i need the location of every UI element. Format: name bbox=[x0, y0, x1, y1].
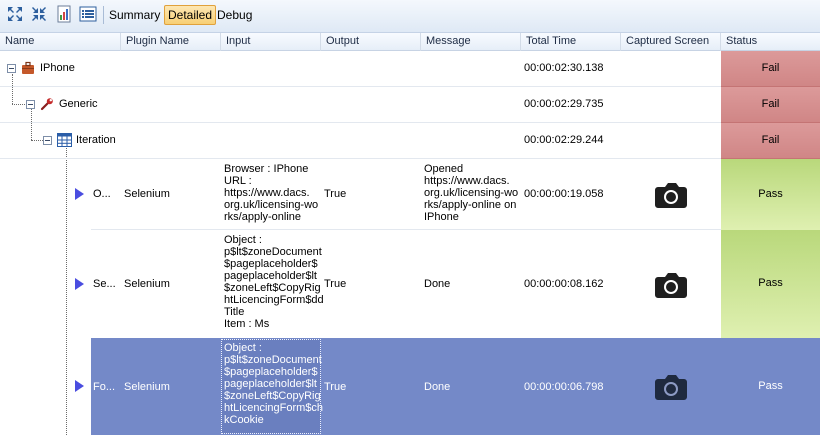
row-total-time: 00:00:00:08.162 bbox=[524, 278, 604, 290]
iteration-grid-icon bbox=[57, 133, 72, 147]
table-row-step-select[interactable]: Se... Selenium Object : p$lt$zoneDocumen… bbox=[0, 230, 820, 338]
toolbar: Summary Detailed Debug bbox=[0, 0, 820, 33]
step-arrow-icon bbox=[75, 380, 84, 392]
row-input: Browser : IPhone URL : https://www.dacs.… bbox=[224, 163, 319, 223]
column-header-input[interactable]: Input bbox=[221, 33, 321, 51]
camera-icon[interactable] bbox=[654, 271, 688, 299]
row-message: Opened https://www.dacs. org.uk/licensin… bbox=[424, 163, 519, 223]
column-header-message[interactable]: Message bbox=[421, 33, 521, 51]
camera-icon[interactable] bbox=[654, 181, 688, 209]
table-row-generic[interactable]: Generic 00:00:02:29.735 Fail bbox=[0, 87, 820, 123]
row-total-time: 00:00:02:30.138 bbox=[524, 62, 604, 74]
row-output: True bbox=[324, 188, 347, 200]
status-badge: Fail bbox=[721, 87, 820, 123]
row-output: True bbox=[324, 381, 347, 393]
step-arrow-icon bbox=[75, 278, 84, 290]
row-input-focused[interactable]: Object : p$lt$zoneDocument $pageplacehol… bbox=[221, 339, 323, 434]
expand-all-icon[interactable] bbox=[6, 5, 24, 23]
row-name: Fo... bbox=[93, 381, 116, 393]
row-message: Done bbox=[424, 278, 451, 290]
status-badge: Fail bbox=[721, 51, 820, 87]
row-name: Iteration bbox=[76, 134, 116, 146]
row-name: O... bbox=[93, 188, 111, 200]
row-name: Se... bbox=[93, 278, 116, 290]
column-header-output[interactable]: Output bbox=[321, 33, 421, 51]
table-row-iphone[interactable]: IPhone 00:00:02:30.138 Fail bbox=[0, 51, 820, 87]
row-name: IPhone bbox=[40, 62, 75, 74]
step-arrow-icon bbox=[75, 188, 84, 200]
report-chart-icon[interactable] bbox=[55, 5, 73, 23]
row-total-time: 00:00:00:06.798 bbox=[524, 381, 604, 393]
status-badge: Pass bbox=[721, 230, 820, 338]
column-header-status[interactable]: Status bbox=[721, 33, 820, 51]
row-total-time: 00:00:02:29.244 bbox=[524, 134, 604, 146]
toolbar-separator bbox=[103, 6, 104, 24]
row-plugin-name: Selenium bbox=[124, 188, 170, 200]
column-header-row: Name Plugin Name Input Output Message To… bbox=[0, 33, 820, 51]
wrench-icon bbox=[40, 98, 53, 111]
row-plugin-name: Selenium bbox=[124, 278, 170, 290]
row-input: Object : p$lt$zoneDocument $pageplacehol… bbox=[224, 234, 324, 330]
column-header-total-time[interactable]: Total Time bbox=[521, 33, 621, 51]
row-message: Done bbox=[424, 381, 451, 393]
status-badge: Pass bbox=[758, 380, 783, 392]
collapse-toggle[interactable] bbox=[7, 64, 16, 73]
column-header-plugin-name[interactable]: Plugin Name bbox=[121, 33, 221, 51]
summary-button[interactable]: Summary bbox=[106, 5, 163, 25]
suite-briefcase-icon bbox=[22, 61, 34, 74]
collapse-toggle[interactable] bbox=[43, 136, 52, 145]
row-plugin-name: Selenium bbox=[124, 381, 170, 393]
collapse-toggle[interactable] bbox=[26, 100, 35, 109]
table-row-step-form-selected[interactable]: Fo... Selenium Object : p$lt$zoneDocumen… bbox=[75, 338, 820, 435]
row-output: True bbox=[324, 278, 347, 290]
list-view-icon[interactable] bbox=[79, 5, 97, 23]
status-badge: Pass bbox=[721, 159, 820, 230]
row-total-time: 00:00:02:29.735 bbox=[524, 98, 604, 110]
debug-button[interactable]: Debug bbox=[214, 5, 255, 25]
row-name: Generic bbox=[59, 98, 98, 110]
column-header-name[interactable]: Name bbox=[0, 33, 121, 51]
table-row-step-open[interactable]: O... Selenium Browser : IPhone URL : htt… bbox=[0, 159, 820, 230]
camera-icon[interactable] bbox=[654, 373, 688, 401]
collapse-all-icon[interactable] bbox=[30, 5, 48, 23]
row-total-time: 00:00:00:19.058 bbox=[524, 188, 604, 200]
status-badge: Fail bbox=[721, 123, 820, 159]
detailed-button[interactable]: Detailed bbox=[164, 5, 217, 25]
table-row-iteration[interactable]: Iteration 00:00:02:29.244 Fail bbox=[0, 123, 820, 159]
column-header-captured-screen[interactable]: Captured Screen bbox=[621, 33, 721, 51]
